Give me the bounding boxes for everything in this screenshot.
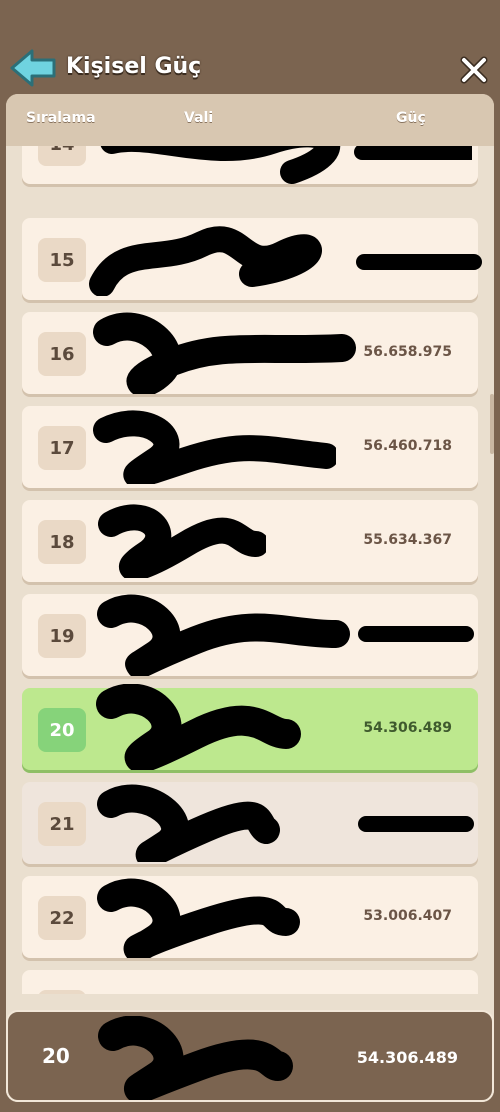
list-item[interactable]: 17 56.460.718 (22, 406, 478, 488)
rank-badge: 19 (38, 614, 86, 658)
list-item[interactable]: 22 53.006.407 (22, 876, 478, 958)
list-item[interactable]: 21 (22, 782, 478, 864)
rank-badge: 17 (38, 426, 86, 470)
scrollbar[interactable] (490, 394, 494, 454)
top-bar: Kişisel Güç (0, 0, 500, 100)
ranking-panel: Sıralama Vali Güç 14 15 16 56.658.975 (6, 94, 494, 1102)
redaction-scribble (97, 594, 474, 676)
power-value: 55.634.367 (363, 532, 452, 548)
redaction-scribble (97, 784, 474, 862)
list-item[interactable]: 14 (22, 146, 478, 184)
own-rank: 20 (42, 1044, 70, 1068)
rank-badge (38, 990, 86, 994)
column-governor: Vali (184, 110, 214, 126)
column-header: Sıralama Vali Güç (6, 94, 494, 146)
power-value: 56.460.718 (363, 438, 452, 454)
page-title: Kişisel Güç (66, 54, 202, 79)
column-power: Güç (396, 110, 426, 126)
power-value: 54.306.489 (363, 720, 452, 736)
list-item[interactable] (22, 970, 478, 994)
power-value: 56.658.975 (363, 344, 452, 360)
redaction-scribble (93, 410, 336, 484)
redaction-scribble (93, 312, 356, 394)
rank-badge: 18 (38, 520, 86, 564)
list-item-current-user[interactable]: 20 54.306.489 (22, 684, 478, 770)
list-item[interactable]: 19 (22, 594, 478, 676)
list-item[interactable]: 18 55.634.367 (22, 500, 478, 582)
list-item[interactable]: 15 (22, 218, 482, 300)
back-arrow-icon[interactable] (10, 48, 58, 88)
redaction-scribble (89, 226, 482, 296)
rank-badge: 22 (38, 896, 86, 940)
rank-badge: 15 (38, 238, 86, 282)
ranking-list[interactable]: 14 15 16 56.658.975 17 5 (6, 146, 494, 994)
rank-badge: 21 (38, 802, 86, 846)
redaction-scribble (97, 878, 300, 958)
own-power: 54.306.489 (356, 1048, 458, 1067)
rank-badge: 16 (38, 332, 86, 376)
own-rank-footer[interactable]: 20 54.306.489 (6, 1010, 494, 1102)
redaction-scribble (96, 684, 301, 770)
redaction-scribble (98, 504, 266, 578)
column-rank: Sıralama (26, 110, 96, 126)
list-item[interactable]: 16 56.658.975 (22, 312, 478, 394)
redaction-scribble (98, 1016, 293, 1100)
rank-badge: 20 (38, 708, 86, 752)
rank-badge: 14 (38, 146, 86, 166)
close-icon[interactable] (458, 54, 490, 86)
redaction-scribble (100, 146, 472, 184)
power-value: 53.006.407 (363, 908, 452, 924)
